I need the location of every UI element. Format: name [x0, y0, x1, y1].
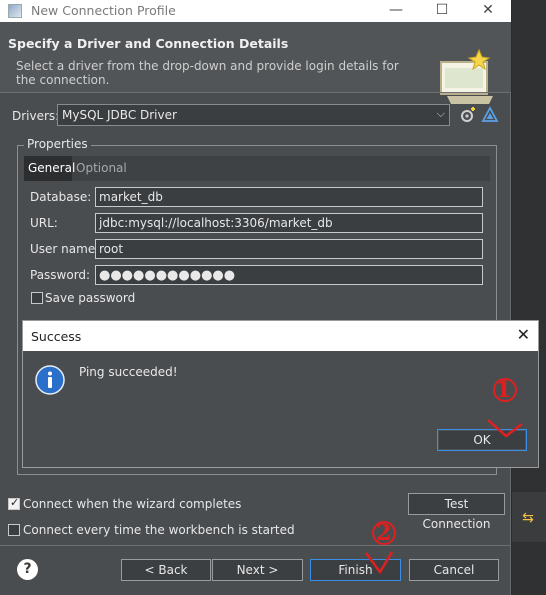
connect-every-time-label[interactable]: Connect every time the workbench is star…	[23, 523, 295, 537]
background-app-strip: ⇆	[512, 0, 546, 595]
wizard-description: Select a driver from the drop-down and p…	[16, 59, 399, 87]
url-input[interactable]: jdbc:mysql://localhost:3306/market_db	[95, 213, 483, 233]
ok-button[interactable]: OK	[437, 429, 527, 451]
url-label: URL:	[30, 216, 58, 230]
header-separator	[0, 92, 511, 93]
tab-general[interactable]: General	[24, 156, 75, 181]
maximize-button[interactable]: ☐	[419, 0, 465, 22]
info-icon	[35, 365, 65, 395]
drivers-selected-value: MySQL JDBC Driver	[62, 108, 177, 122]
username-input[interactable]: root	[95, 239, 483, 259]
save-password-label[interactable]: Save password	[45, 291, 135, 305]
dialog-close-button[interactable]: ✕	[517, 325, 530, 344]
next-button[interactable]: Next >	[212, 559, 303, 581]
connect-when-complete-label[interactable]: Connect when the wizard completes	[23, 497, 241, 511]
password-label: Password:	[30, 268, 91, 282]
finish-button[interactable]: Finish	[310, 559, 401, 581]
annotation-marker-1: 1	[496, 377, 512, 403]
minimize-button[interactable]: —	[373, 0, 419, 22]
drivers-dropdown[interactable]: MySQL JDBC Driver ⌵	[57, 104, 450, 126]
wizard-header: Specify a Driver and Connection Details …	[0, 22, 511, 104]
username-label: User name:	[30, 242, 100, 256]
app-icon	[8, 4, 22, 18]
cancel-button[interactable]: Cancel	[409, 559, 499, 581]
swap-icon[interactable]: ⇆	[518, 509, 538, 527]
connection-profile-window: New Connection Profile — ☐ ✕ Specify a D…	[0, 0, 511, 595]
window-titlebar: New Connection Profile — ☐ ✕	[0, 0, 511, 22]
back-button[interactable]: < Back	[121, 559, 211, 581]
database-input[interactable]: market_db	[95, 187, 483, 207]
database-label: Database:	[30, 190, 92, 204]
chevron-down-icon: ⌵	[436, 107, 445, 120]
success-dialog: Success ✕ Ping succeeded! OK	[22, 320, 539, 468]
test-connection-button[interactable]: Test Connection	[408, 493, 505, 531]
annotation-marker-2: 2	[376, 520, 392, 546]
properties-group-title: Properties	[24, 137, 91, 151]
dialog-message: Ping succeeded!	[79, 365, 178, 379]
window-title: New Connection Profile	[31, 3, 176, 18]
connect-when-complete-checkbox[interactable]	[8, 496, 20, 510]
properties-tabs: General Optional	[24, 156, 490, 181]
help-icon[interactable]: ?	[17, 559, 38, 580]
wizard-title: Specify a Driver and Connection Details	[8, 36, 289, 51]
save-password-checkbox[interactable]	[31, 292, 43, 304]
drivers-label: Drivers:	[12, 109, 60, 123]
password-input[interactable]: ●●●●●●●●●●●●	[95, 265, 483, 285]
dialog-titlebar: Success ✕	[23, 321, 538, 351]
footer-separator	[0, 545, 511, 546]
dialog-title: Success	[31, 329, 82, 344]
close-button[interactable]: ✕	[465, 0, 511, 22]
connect-every-time-checkbox[interactable]	[8, 524, 20, 536]
tab-optional[interactable]: Optional	[72, 156, 131, 181]
edit-driver-icon[interactable]	[481, 106, 499, 124]
wizard-banner-icon	[440, 48, 493, 104]
new-driver-icon[interactable]	[459, 106, 477, 124]
